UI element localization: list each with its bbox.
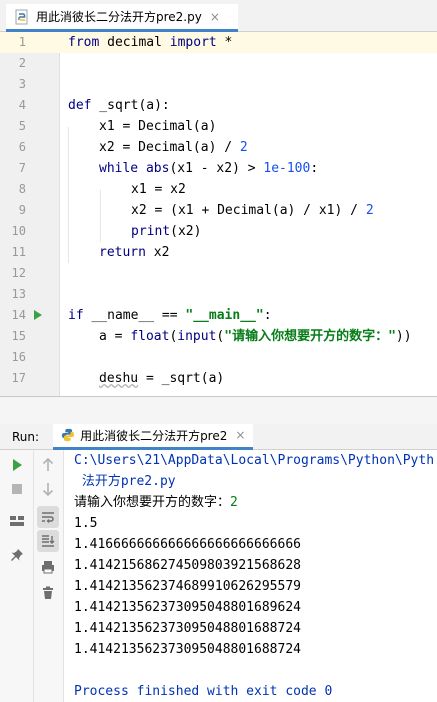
line-number: 13 [11, 287, 26, 301]
code-line: 3 [0, 74, 437, 95]
console-line: 1.416666666666666666666666666 [74, 537, 301, 552]
layout-icon [10, 516, 24, 526]
run-toolbar-secondary [34, 450, 64, 702]
editor-tab-file[interactable]: 用此消彼长二分法开方pre2.py × [6, 4, 238, 32]
python-file-icon [15, 9, 28, 24]
line-number: 17 [11, 371, 26, 385]
code-text: return x2 [99, 245, 170, 260]
soft-wrap-button[interactable] [37, 506, 59, 528]
line-number: 10 [11, 224, 26, 238]
line-number: 9 [18, 203, 26, 217]
console-line: 1.414213562373095048801688724 [74, 621, 301, 636]
close-icon[interactable]: × [235, 428, 245, 442]
line-number: 5 [18, 119, 26, 133]
soft-wrap-icon [42, 512, 54, 523]
code-line: 17 deshu = _sqrt(a) [0, 368, 437, 389]
code-text: a = float(input("请输入你想要开方的数字：")) [99, 329, 412, 344]
arrow-up-icon [42, 458, 54, 471]
line-number: 16 [11, 350, 26, 364]
code-line: 6 x2 = Decimal(a) / 2 [0, 137, 437, 158]
console-prompt-line: 请输入你想要开方的数字：2 [74, 492, 238, 513]
play-icon [13, 459, 22, 471]
console-line: 1.414213562373095048801688724 [74, 642, 301, 657]
code-line: 2 [0, 53, 437, 74]
arrow-down-icon [42, 483, 54, 496]
console-line: 1.414215686274509803921568628 [74, 558, 301, 573]
run-panel-header: Run: 用此消彼长二分法开方pre2 × [0, 423, 437, 450]
line-number: 8 [18, 182, 26, 196]
run-gutter-icon[interactable] [34, 310, 42, 320]
scroll-to-end-button[interactable] [37, 530, 59, 552]
run-console[interactable]: C:\Users\21\AppData\Local\Programs\Pytho… [64, 450, 437, 702]
code-text: x1 = x2 [131, 182, 186, 197]
run-config-tab[interactable]: 用此消彼长二分法开方pre2 × [53, 423, 254, 450]
clear-all-button[interactable] [37, 582, 59, 604]
line-number: 4 [18, 98, 26, 112]
console-line: 法开方pre2.py [74, 474, 176, 489]
rerun-button[interactable] [6, 454, 28, 476]
python-icon [61, 428, 75, 442]
line-number: 7 [18, 161, 26, 175]
console-user-input: 2 [230, 495, 238, 510]
pin-icon [11, 549, 23, 561]
code-text: if __name__ == "__main__": [68, 308, 272, 323]
stop-icon [12, 484, 22, 494]
pin-tab-button[interactable] [6, 544, 28, 566]
print-button[interactable] [37, 556, 59, 578]
code-line: 13 [0, 284, 437, 305]
line-number: 11 [11, 245, 26, 259]
code-line: 10 print(x2) [0, 221, 437, 242]
scroll-up-button[interactable] [37, 454, 59, 476]
restore-layout-button[interactable] [6, 510, 28, 532]
code-text: deshu = _sqrt(a) [99, 371, 225, 386]
line-number: 15 [11, 329, 26, 343]
code-line: 14 if __name__ == "__main__": [0, 305, 437, 326]
code-line: 1 from decimal import * [0, 32, 437, 53]
code-line: 11 return x2 [0, 242, 437, 263]
line-number: 6 [18, 140, 26, 154]
code-line: 4 def _sqrt(a): [0, 95, 437, 116]
code-text: print(x2) [131, 224, 202, 239]
code-text: def _sqrt(a): [68, 98, 170, 113]
code-line: 15 a = float(input("请输入你想要开方的数字：")) [0, 326, 437, 347]
console-exit-line: Process finished with exit code 0 [74, 684, 333, 699]
code-text: x1 = Decimal(a) [99, 119, 217, 134]
run-panel-title: Run: [12, 429, 40, 444]
run-toolbar-primary [0, 450, 34, 702]
printer-icon [42, 561, 54, 574]
line-number: 3 [18, 77, 26, 91]
line-number: 12 [11, 266, 26, 280]
editor-tab-label: 用此消彼长二分法开方pre2.py [36, 10, 202, 24]
console-line: 1.414213562373095048801689624 [74, 600, 301, 615]
code-text: x2 = Decimal(a) / 2 [99, 140, 248, 155]
trash-icon [43, 586, 53, 599]
code-line: 5 x1 = Decimal(a) [0, 116, 437, 137]
stop-button[interactable] [6, 478, 28, 500]
code-line: 12 [0, 263, 437, 284]
code-line: 16 [0, 347, 437, 368]
code-text: while abs(x1 - x2) > 1e-100: [99, 161, 319, 176]
close-icon[interactable]: × [210, 10, 220, 24]
code-line: 9 x2 = (x1 + Decimal(a) / x1) / 2 [0, 200, 437, 221]
panel-divider[interactable] [0, 396, 437, 424]
line-number: 14 [11, 308, 26, 322]
code-editor[interactable]: 1 from decimal import * 2 3 4 def _sqrt(… [0, 32, 437, 396]
console-line: 1.5 [74, 516, 98, 531]
code-line: 8 x1 = x2 [0, 179, 437, 200]
run-tab-label: 用此消彼长二分法开方pre2 [80, 428, 228, 443]
console-line: 1.414213562374689910626295579 [74, 579, 301, 594]
scroll-to-end-icon [42, 535, 55, 547]
editor-tab-bar: 用此消彼长二分法开方pre2.py × [0, 0, 437, 32]
console-prompt: 请输入你想要开方的数字： [74, 495, 231, 510]
console-line: C:\Users\21\AppData\Local\Programs\Pytho… [74, 453, 435, 468]
code-text: from decimal import * [68, 35, 233, 50]
scroll-down-button[interactable] [37, 478, 59, 500]
line-number: 1 [18, 35, 26, 49]
code-text: x2 = (x1 + Decimal(a) / x1) / 2 [131, 203, 374, 218]
code-line: 7 while abs(x1 - x2) > 1e-100: [0, 158, 437, 179]
line-number: 2 [18, 56, 26, 70]
